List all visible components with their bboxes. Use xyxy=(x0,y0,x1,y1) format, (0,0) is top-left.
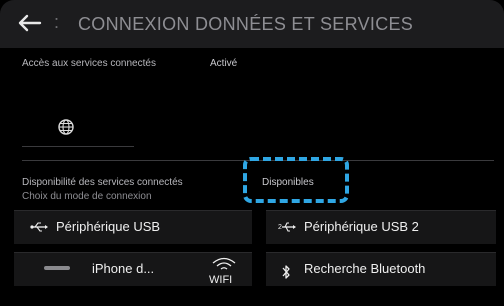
usb-icon xyxy=(30,222,48,232)
usb2-label: Périphérique USB 2 xyxy=(304,219,419,234)
globe-icon[interactable] xyxy=(56,117,76,137)
globe-divider xyxy=(22,146,134,147)
services-value[interactable]: Activé xyxy=(210,58,237,69)
svg-text:2: 2 xyxy=(278,224,282,231)
page-title: CONNEXION DONNÉES ET SERVICES xyxy=(78,14,414,34)
bluetooth-label: Recherche Bluetooth xyxy=(304,261,426,276)
usb2-icon: 2 xyxy=(278,222,296,232)
bluetooth-icon xyxy=(282,265,290,279)
title-bar: : CONNEXION DONNÉES ET SERVICES xyxy=(0,0,504,48)
back-arrow-icon[interactable] xyxy=(16,11,42,35)
wifi-label: WIFI xyxy=(209,274,233,286)
screen: : CONNEXION DONNÉES ET SERVICES Accès au… xyxy=(0,0,504,306)
availability-label: Disponibilité des services connectés xyxy=(22,177,183,188)
usb-label: Périphérique USB xyxy=(56,219,161,234)
title-separator: : xyxy=(54,12,60,32)
phone-color-bar xyxy=(44,266,70,270)
services-label: Accès aux services connectés xyxy=(22,58,156,69)
highlight-frame xyxy=(243,157,349,203)
availability-sublabel: Choix du mode de connexion xyxy=(22,191,152,202)
iphone-label: iPhone d... xyxy=(92,261,155,276)
